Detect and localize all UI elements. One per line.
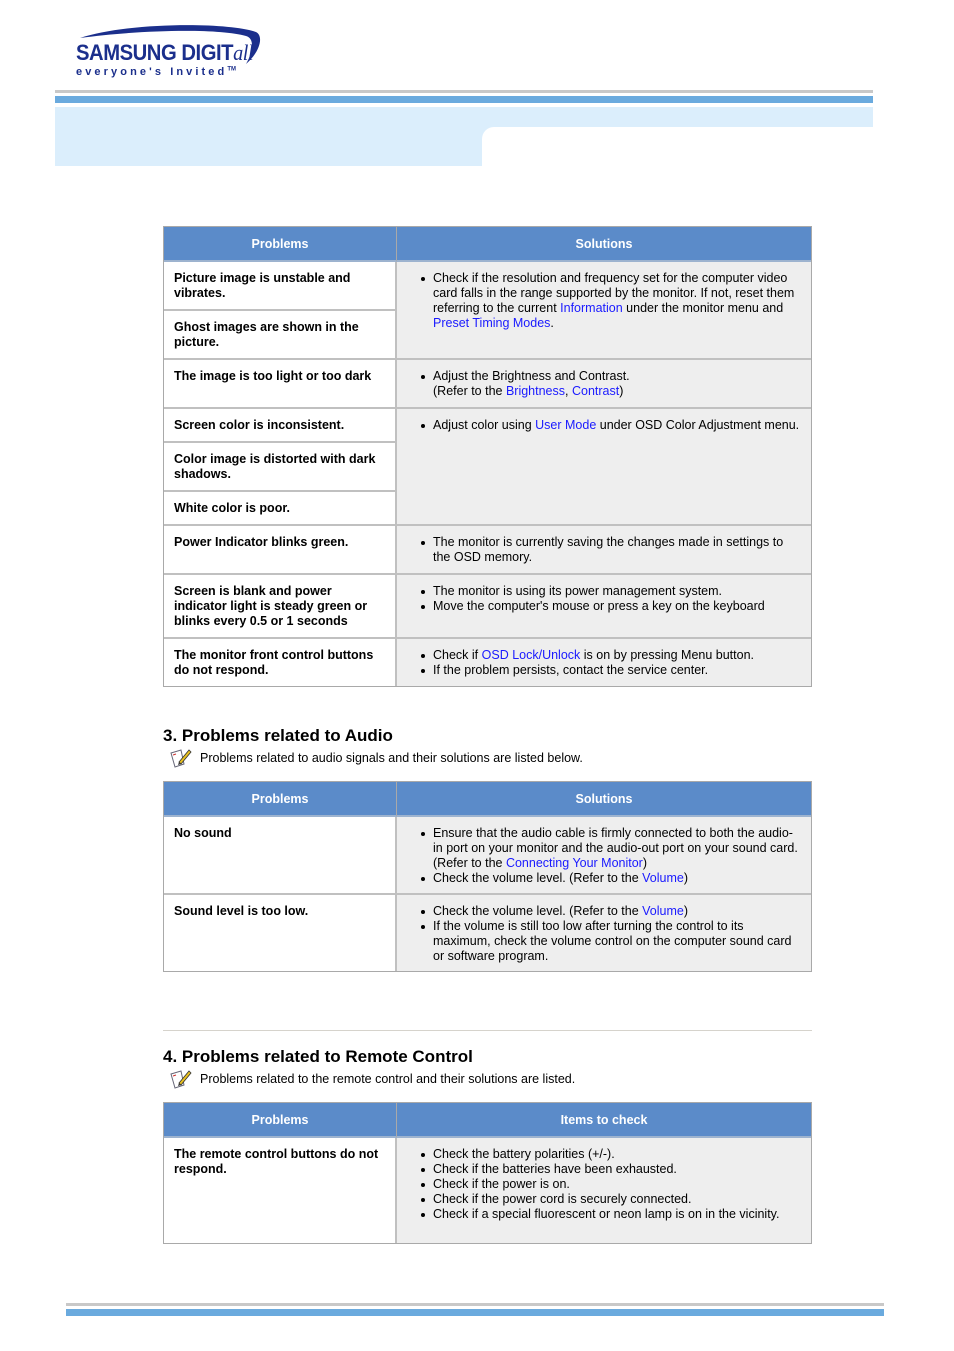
table-row: No sound Ensure that the audio cable is f…: [164, 817, 811, 895]
logo-tagline: everyone's InvitedTM: [76, 66, 237, 78]
footer-divider-grey: [66, 1303, 884, 1306]
picture-problems-table: Problems Solutions Picture image is unstab…: [163, 226, 812, 687]
table-row: Sound level is too low. Check the volume …: [164, 895, 811, 971]
problem-cell: Screen is blank and power indicator ligh…: [164, 575, 397, 639]
column-header-solutions: Solutions: [397, 782, 811, 817]
solution-item: Check if the power is on.: [421, 1177, 801, 1192]
table-row: The monitor front control buttons do not…: [164, 639, 811, 686]
solution-item: Move the computer's mouse or press a key…: [421, 599, 801, 614]
solution-list: Check if OSD Lock/Unlock is on by pressi…: [419, 648, 801, 678]
problem-cell: Screen color is inconsistent.: [164, 409, 397, 443]
table-row: The remote control buttons do not respon…: [164, 1138, 811, 1243]
solution-item: If the volume is still too low after tur…: [421, 919, 801, 964]
table-header-row: Problems Solutions: [164, 227, 811, 262]
solution-item: Check the battery polarities (+/-).: [421, 1147, 801, 1162]
solution-item: Adjust the Brightness and Contrast. (Refe…: [421, 369, 801, 399]
solution-list: Check if the resolution and frequency se…: [419, 271, 801, 331]
solution-item: The monitor is currently saving the chan…: [421, 535, 801, 565]
solution-list: Adjust the Brightness and Contrast. (Refe…: [419, 369, 801, 399]
solution-item: Check if the power cord is securely conn…: [421, 1192, 801, 1207]
link-volume[interactable]: Volume: [642, 871, 684, 885]
footer-divider-blue: [66, 1309, 884, 1316]
table-row: Screen is blank and power indicator ligh…: [164, 575, 811, 639]
problem-cell: No sound: [164, 817, 397, 895]
solution-item: If the problem persists, contact the ser…: [421, 663, 801, 678]
solution-cell: Check if OSD Lock/Unlock is on by pressi…: [397, 639, 811, 686]
solution-cell: Check the volume level. (Refer to the Vo…: [397, 895, 811, 971]
column-header-problems: Problems: [164, 227, 397, 262]
section-remote-note: Problems related to the remote control a…: [170, 1069, 575, 1089]
section-audio-note: Problems related to audio signals and th…: [170, 748, 583, 768]
solution-item: Ensure that the audio cable is firmly co…: [421, 826, 801, 871]
table-row: Picture image is unstable and vibrates. C…: [164, 262, 811, 360]
samsung-logo: SAMSUNG DIGITall everyone's InvitedTM: [74, 24, 264, 84]
solution-item: Check the volume level. (Refer to the Vo…: [421, 871, 801, 886]
link-volume[interactable]: Volume: [642, 904, 684, 918]
section-audio-note-text: Problems related to audio signals and th…: [200, 751, 583, 765]
column-header-solutions: Solutions: [397, 227, 811, 262]
table-row: The image is too light or too dark Adjust…: [164, 360, 811, 409]
problem-cell: Power Indicator blinks green.: [164, 526, 397, 575]
column-header-problems: Problems: [164, 1103, 397, 1138]
section-audio-title: 3. Problems related to Audio: [163, 726, 393, 745]
table-row: Power Indicator blinks green. The monitor…: [164, 526, 811, 575]
section-divider: [163, 1030, 812, 1031]
header-divider-blue: [55, 96, 873, 103]
solution-item: Check if a special fluorescent or neon l…: [421, 1207, 801, 1222]
problem-cell: White color is poor.: [164, 492, 397, 526]
header-band-notch: [482, 127, 873, 167]
table-header-row: Problems Solutions: [164, 782, 811, 817]
column-header-solutions: Items to check: [397, 1103, 811, 1138]
remote-problems-table: Problems Items to check The remote control…: [163, 1102, 812, 1244]
solution-list: Check the battery polarities (+/-). Check…: [419, 1147, 801, 1222]
section-remote-note-text: Problems related to the remote control a…: [200, 1072, 576, 1086]
link-user-mode[interactable]: User Mode: [535, 418, 596, 432]
link-contrast[interactable]: Contrast: [572, 384, 619, 398]
link-preset-timing-modes[interactable]: Preset Timing Modes: [433, 316, 550, 330]
solution-item: Check if the batteries have been exhaust…: [421, 1162, 801, 1177]
note-pencil-icon: [170, 1070, 192, 1089]
solution-cell: Adjust color using User Mode under OSD C…: [397, 409, 811, 526]
solution-cell: Check if the resolution and frequency se…: [397, 262, 811, 360]
logo-brand: SAMSUNG DIGITall: [76, 40, 254, 65]
problem-cell: Picture image is unstable and vibrates.: [164, 262, 397, 311]
solution-item: Check if the resolution and frequency se…: [421, 271, 801, 331]
solution-cell: The monitor is currently saving the chan…: [397, 526, 811, 575]
link-osd-lock-unlock[interactable]: OSD Lock/Unlock: [482, 648, 581, 662]
problem-cell: The image is too light or too dark: [164, 360, 397, 409]
problem-cell: The remote control buttons do not respon…: [164, 1138, 397, 1243]
solution-cell: Adjust the Brightness and Contrast. (Refe…: [397, 360, 811, 409]
solution-cell: Ensure that the audio cable is firmly co…: [397, 817, 811, 895]
table-header-row: Problems Items to check: [164, 1103, 811, 1138]
solution-list: The monitor is currently saving the chan…: [419, 535, 801, 565]
section-remote-title: 4. Problems related to Remote Control: [163, 1047, 473, 1066]
solution-list: The monitor is using its power managemen…: [419, 584, 801, 614]
problem-cell: Ghost images are shown in the picture.: [164, 311, 397, 360]
solution-list: Adjust color using User Mode under OSD C…: [419, 418, 801, 433]
table-row: Screen color is inconsistent. Adjust colo…: [164, 409, 811, 526]
link-brightness[interactable]: Brightness: [506, 384, 565, 398]
solution-list: Ensure that the audio cable is firmly co…: [419, 826, 801, 886]
header-divider-grey: [55, 90, 873, 93]
problem-cell: The monitor front control buttons do not…: [164, 639, 397, 686]
solution-item: Adjust color using User Mode under OSD C…: [421, 418, 800, 432]
column-header-problems: Problems: [164, 782, 397, 817]
solution-list: Check the volume level. (Refer to the Vo…: [419, 904, 801, 964]
problem-cell: Color image is distorted with dark shado…: [164, 443, 397, 492]
note-pencil-icon: [170, 749, 192, 768]
link-information[interactable]: Information: [560, 301, 623, 315]
solution-cell: The monitor is using its power managemen…: [397, 575, 811, 639]
problem-cell: Sound level is too low.: [164, 895, 397, 971]
solution-cell: Check the battery polarities (+/-). Check…: [397, 1138, 811, 1243]
link-connecting-your-monitor[interactable]: Connecting Your Monitor: [506, 856, 643, 870]
solution-item: Check the volume level. (Refer to the Vo…: [421, 904, 801, 919]
audio-problems-table: Problems Solutions No sound Ensure that the…: [163, 781, 812, 972]
solution-item: The monitor is using its power managemen…: [421, 584, 801, 599]
solution-item: Check if OSD Lock/Unlock is on by pressi…: [421, 648, 801, 663]
